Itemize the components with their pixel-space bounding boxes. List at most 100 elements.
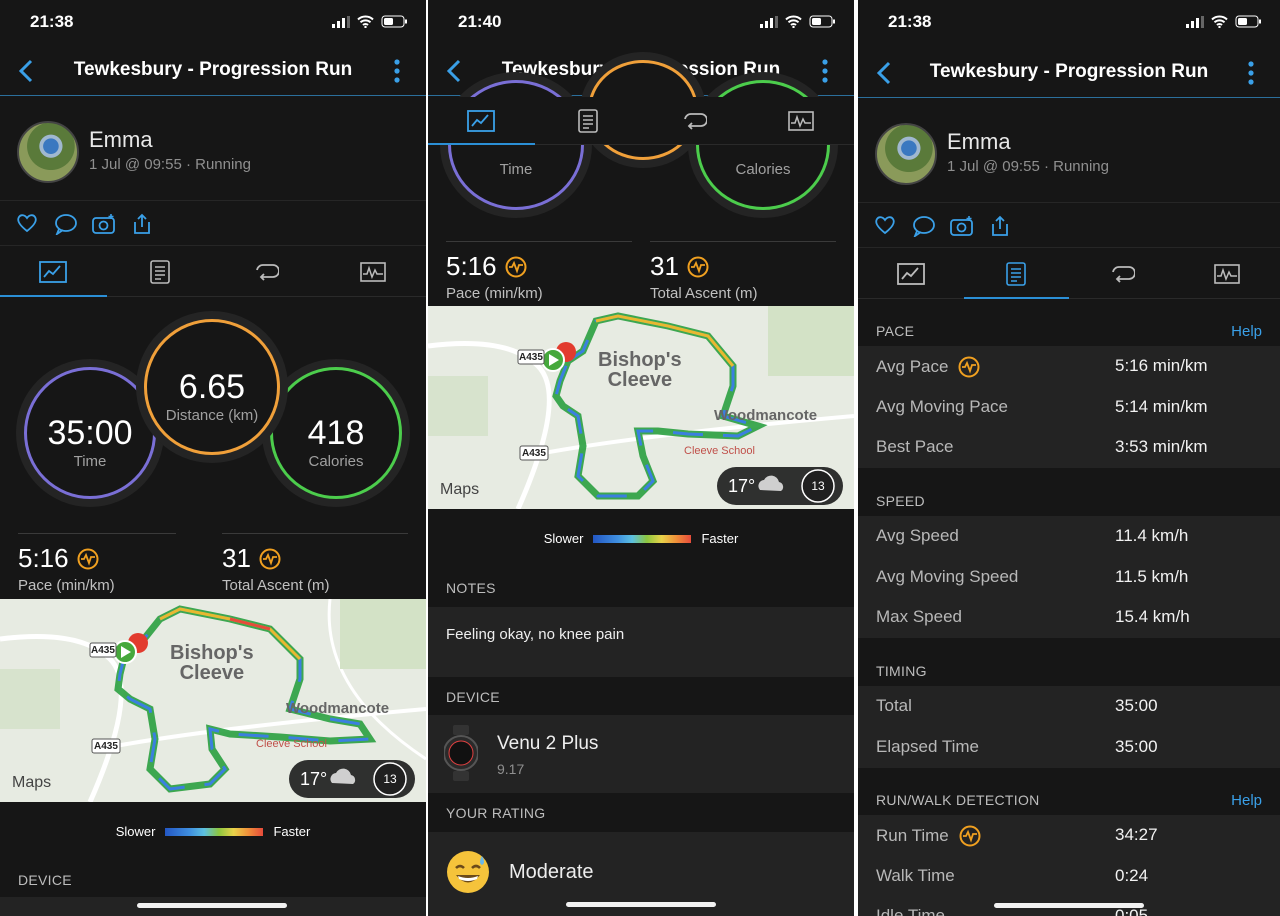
pace-info-icon[interactable]	[77, 548, 99, 570]
home-indicator[interactable]	[994, 903, 1144, 908]
home-indicator[interactable]	[566, 902, 716, 907]
pace-label: Pace (min/km)	[446, 285, 543, 302]
road-label: A435	[522, 448, 546, 459]
signal-icon	[1186, 15, 1204, 28]
status-time: 21:38	[888, 12, 932, 31]
wind-speed: 13	[383, 772, 397, 786]
laps-icon	[1111, 265, 1135, 283]
time-value: 35:00	[47, 414, 133, 452]
stat-row: Avg Speed 11.4 km/h	[858, 516, 1280, 557]
route-map[interactable]: A435 A435 Bishop's Cleeve Woodmancote Cl…	[0, 599, 426, 802]
tab-overview[interactable]	[858, 249, 964, 298]
stat-value: 3:53 min/km	[1115, 437, 1208, 456]
pace-info-icon[interactable]	[505, 256, 527, 278]
comment-icon[interactable]	[54, 213, 78, 240]
stats-document-icon	[1006, 261, 1027, 286]
pace-legend: Slower Faster	[0, 824, 426, 839]
stat-label: Avg Moving Pace	[876, 397, 1008, 416]
ascent-label: Total Ascent (m)	[650, 285, 758, 302]
legend-slower: Slower	[543, 531, 584, 546]
more-options-icon[interactable]	[1248, 60, 1254, 86]
pace-help-link[interactable]: Help	[1231, 323, 1262, 340]
status-time: 21:38	[30, 12, 74, 31]
run-time-info-icon[interactable]	[959, 825, 981, 847]
add-photo-icon[interactable]	[92, 213, 116, 240]
divider	[18, 533, 176, 534]
activity-meta: 1 Jul @ 09:55 · Running	[947, 158, 1109, 175]
school-label: Cleeve School	[684, 445, 755, 457]
ascent-info-icon[interactable]	[259, 548, 281, 570]
time-label: Time	[73, 453, 107, 470]
stat-value: 34:27	[1115, 825, 1158, 844]
more-options-icon[interactable]	[394, 58, 400, 84]
divider	[650, 241, 836, 242]
activity-tabs	[0, 247, 426, 297]
avatar[interactable]	[17, 121, 79, 183]
charts-icon	[1214, 263, 1241, 284]
like-icon[interactable]	[874, 215, 896, 240]
nav-bar: Tewkesbury - Progression Run	[858, 48, 1280, 98]
tab-laps[interactable]	[641, 97, 748, 144]
place-label: Woodmancote	[714, 407, 818, 424]
rating-value: Moderate	[509, 861, 594, 883]
add-photo-icon[interactable]	[950, 215, 974, 242]
legend-faster: Faster	[701, 531, 739, 546]
distance-value: 6.65	[178, 368, 246, 406]
status-bar: 21:38	[858, 0, 1280, 46]
stat-row: Total 35:00	[858, 686, 1280, 727]
tab-charts[interactable]	[748, 97, 855, 144]
activity-title: Tewkesbury - Progression Run	[73, 59, 353, 80]
wifi-icon	[357, 15, 374, 28]
share-icon[interactable]	[132, 213, 152, 240]
battery-icon	[809, 15, 835, 28]
stat-label: Avg Pace	[876, 357, 949, 376]
status-bar: 21:38	[0, 0, 426, 46]
profile-header: Emma 1 Jul @ 09:55 · Running	[858, 99, 1280, 203]
stat-value: 5:14 min/km	[1115, 397, 1208, 416]
stat-value: 35:00	[1115, 696, 1158, 715]
legend-gradient	[165, 827, 264, 836]
notes-block[interactable]: Feeling okay, no knee pain	[428, 607, 854, 677]
tab-charts[interactable]	[1175, 249, 1280, 298]
like-icon[interactable]	[16, 213, 38, 238]
ascent-info-icon[interactable]	[687, 256, 709, 278]
tab-laps[interactable]	[213, 247, 320, 296]
stat-label: Avg Moving Speed	[876, 567, 1019, 586]
divider	[446, 241, 632, 242]
temperature: 17°	[728, 476, 756, 496]
tab-stats[interactable]	[963, 249, 1070, 299]
share-icon[interactable]	[990, 215, 1010, 242]
pace-info-icon[interactable]	[958, 356, 980, 378]
comment-icon[interactable]	[912, 215, 936, 242]
run-walk-help-link[interactable]: Help	[1231, 792, 1262, 809]
activity-meta: 1 Jul @ 09:55 · Running	[89, 156, 251, 173]
stat-label: Best Pace	[876, 437, 954, 456]
notes-text: Feeling okay, no knee pain	[446, 626, 625, 643]
laps-icon	[684, 112, 708, 130]
stat-value: 0:24	[1115, 866, 1149, 885]
stat-value: 5:16 min/km	[1115, 356, 1208, 375]
stat-label: Max Speed	[876, 607, 962, 626]
legend-faster: Faster	[273, 824, 311, 839]
user-name: Emma	[89, 127, 153, 152]
avatar[interactable]	[875, 123, 937, 185]
device-block[interactable]: Venu 2 Plus 9.17	[428, 715, 854, 793]
action-bar	[0, 202, 426, 246]
stat-row: Avg Moving Speed 11.5 km/h	[858, 557, 1280, 598]
wifi-icon	[1211, 15, 1228, 28]
battery-icon	[1235, 15, 1261, 28]
home-indicator[interactable]	[137, 903, 287, 908]
tab-stats[interactable]	[535, 97, 642, 144]
tab-laps[interactable]	[1069, 249, 1175, 298]
tab-charts[interactable]	[320, 247, 427, 296]
tab-overview[interactable]	[0, 247, 107, 297]
calories-value: 418	[307, 414, 365, 452]
signal-icon	[332, 15, 350, 28]
signal-icon	[760, 15, 778, 28]
more-options-icon[interactable]	[822, 58, 828, 84]
route-map[interactable]: A435 A435 Bishop's Cleeve Woodmancote Cl…	[428, 306, 854, 509]
tab-stats[interactable]	[107, 247, 214, 296]
stat-value: 11.5 km/h	[1115, 567, 1189, 586]
tab-overview[interactable]	[428, 97, 535, 145]
stat-label: Avg Speed	[876, 526, 959, 545]
